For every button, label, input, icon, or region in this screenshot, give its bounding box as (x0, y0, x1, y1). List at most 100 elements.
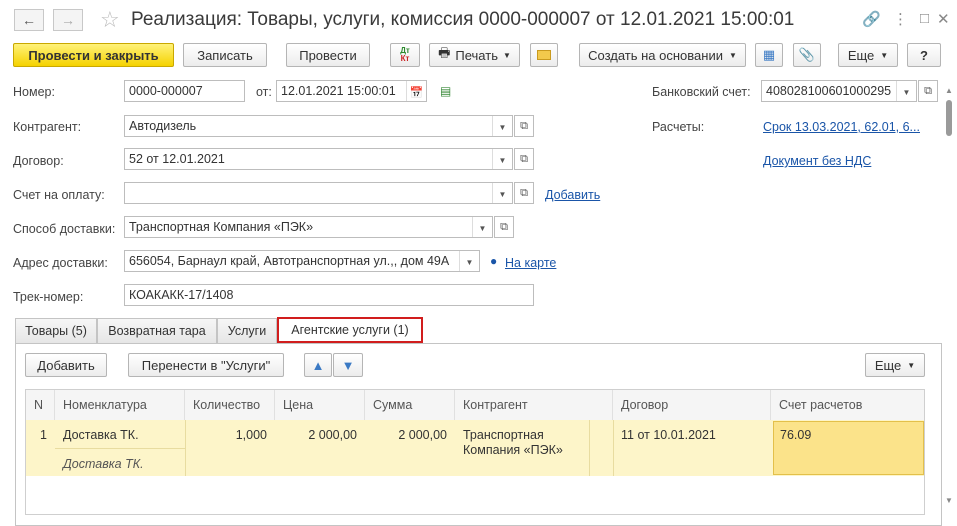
row-divider (55, 448, 185, 449)
invoice-add-link[interactable]: Добавить (545, 188, 600, 202)
move-down-button[interactable]: ▼ (333, 353, 363, 377)
tab-returnable-containers[interactable]: Возвратная тара (97, 318, 217, 343)
table-more-label: Еще (874, 357, 902, 373)
maximize-icon[interactable]: □ (920, 10, 929, 27)
row-contractor-line2[interactable]: Компания «ПЭК» (463, 443, 563, 457)
post-and-close-button[interactable]: Провести и закрыть (13, 43, 174, 67)
vat-link[interactable]: Документ без НДС (763, 154, 871, 168)
row-account[interactable]: 76.09 (780, 428, 811, 442)
column-header-qty[interactable]: Количество (185, 390, 275, 420)
open-icon: ⧉ (520, 186, 528, 199)
open-bank-account-button[interactable]: ⧉ (918, 80, 938, 102)
create-based-button[interactable]: Создать на основании ▼ (579, 43, 746, 67)
row-number: 1 (40, 428, 47, 442)
open-icon: ⧉ (520, 119, 528, 132)
print-label: Печать (455, 47, 498, 63)
row-price[interactable]: 2 000,00 (275, 428, 357, 442)
scrollbar-thumb[interactable] (946, 100, 952, 136)
more-vert-icon[interactable]: ⋮ (893, 10, 908, 28)
structure-icon: ▦ (762, 47, 776, 62)
more-button[interactable]: Еще ▼ (838, 43, 898, 67)
row-contract[interactable]: 11 от 10.01.2021 (621, 428, 716, 442)
row-item[interactable]: Доставка ТК. (63, 428, 139, 442)
contract-label: Договор: (13, 154, 64, 168)
contract-field[interactable]: 52 от 12.01.2021 ▼ (124, 148, 513, 170)
open-contract-button[interactable]: ⧉ (514, 148, 534, 170)
structure-button[interactable]: ▦ (755, 43, 783, 67)
post-button[interactable]: Провести (286, 43, 370, 67)
bank-account-field[interactable]: 40802810060100029​5 ▼ (761, 80, 917, 102)
scroll-down-icon[interactable]: ▼ (945, 496, 954, 506)
tab-services[interactable]: Услуги (217, 318, 277, 343)
delivery-method-value: Транспортная Компания «ПЭК» (129, 220, 314, 234)
open-icon: ⧉ (924, 84, 932, 97)
row-qty[interactable]: 1,000 (185, 428, 267, 442)
dt-kt-button[interactable]: Дт Кт (390, 43, 420, 67)
tab-goods[interactable]: Товары (5) (15, 318, 97, 343)
move-up-button[interactable]: ▲ (304, 353, 332, 377)
open-invoice-button[interactable]: ⧉ (514, 182, 534, 204)
close-icon[interactable]: ✕ (937, 10, 950, 28)
row-item-description[interactable]: Доставка ТК. (63, 457, 144, 471)
column-header-account[interactable]: Счет расчетов (771, 390, 924, 420)
more-label: Еще (847, 47, 875, 63)
column-header-contractor[interactable]: Контрагент (455, 390, 613, 420)
arrow-up-icon: ▲ (311, 357, 325, 373)
open-delivery-button[interactable]: ⧉ (494, 216, 514, 238)
column-header-sum[interactable]: Сумма (365, 390, 455, 420)
kt-label: Кт (400, 54, 410, 63)
table-more-button[interactable]: Еще ▼ (865, 353, 925, 377)
envelope-icon (537, 50, 551, 60)
forward-button[interactable]: → (53, 9, 83, 31)
tab-agent-services[interactable]: Агентские услуги (1) (277, 317, 423, 343)
invoice-field[interactable]: ▼ (124, 182, 513, 204)
delivery-method-label: Способ доставки: (13, 222, 116, 236)
move-to-services-button[interactable]: Перенести в "Услуги" (128, 353, 284, 377)
column-header-item[interactable]: Номенклатура (55, 390, 185, 420)
chevron-down-icon: ▼ (728, 50, 737, 60)
track-number-field[interactable]: КОАКАКК-17/1408 (124, 284, 534, 306)
add-row-button[interactable]: Добавить (25, 353, 107, 377)
track-number-label: Трек-номер: (13, 290, 84, 304)
status-icon[interactable]: ▤ (440, 84, 451, 98)
delivery-address-value: 656054, Барнаул край, Автотранспортная у… (129, 254, 450, 268)
back-button[interactable]: ← (14, 9, 44, 31)
chevron-down-icon[interactable]: ▼ (459, 251, 479, 271)
chevron-down-icon[interactable]: ▼ (492, 149, 512, 169)
open-icon: ⧉ (520, 152, 528, 165)
row-sum[interactable]: 2 000,00 (365, 428, 447, 442)
chevron-down-icon[interactable]: ▼ (472, 217, 492, 237)
link-icon[interactable]: 🔗 (862, 10, 881, 28)
number-field[interactable]: 0000-000007 (124, 80, 245, 102)
settlements-link[interactable]: Срок 13.03.2021, 62.01, 6... (763, 120, 920, 134)
delivery-address-field[interactable]: 656054, Барнаул край, Автотранспортная у… (124, 250, 480, 272)
map-link[interactable]: На карте (505, 256, 556, 270)
chevron-down-icon[interactable]: ▼ (896, 81, 916, 101)
chevron-down-icon[interactable]: ▼ (492, 116, 512, 136)
delivery-method-field[interactable]: Транспортная Компания «ПЭК» ▼ (124, 216, 493, 238)
contractor-label: Контрагент: (13, 120, 82, 134)
star-icon[interactable]: ☆ (100, 7, 120, 33)
date-value: 12.01.2021 15:00:01 (281, 84, 396, 98)
open-contractor-button[interactable]: ⧉ (514, 115, 534, 137)
chevron-down-icon[interactable]: ▼ (492, 183, 512, 203)
column-header-price[interactable]: Цена (275, 390, 365, 420)
column-header-n[interactable]: N (26, 390, 55, 420)
attach-button[interactable]: 📎 (793, 43, 821, 67)
scroll-up-icon[interactable]: ▲ (945, 86, 954, 96)
date-field[interactable]: 12.01.2021 15:00:01 📅 (276, 80, 427, 102)
print-button[interactable]: 🖶 Печать ▼ (429, 43, 520, 67)
create-based-label: Создать на основании (588, 47, 723, 63)
contract-value: 52 от 12.01.2021 (129, 152, 225, 166)
email-button[interactable] (530, 43, 558, 67)
row-contractor-line1[interactable]: Транспортная (463, 428, 544, 442)
contractor-field[interactable]: Автодизель ▼ (124, 115, 513, 137)
calendar-icon[interactable]: 📅 (406, 81, 426, 101)
invoice-label: Счет на оплату: (13, 188, 105, 202)
row-divider (589, 420, 590, 476)
delivery-address-label: Адрес доставки: (13, 256, 108, 270)
column-header-contract[interactable]: Договор (613, 390, 771, 420)
help-button[interactable]: ? (907, 43, 941, 67)
arrow-left-icon: ← (22, 12, 36, 28)
save-button[interactable]: Записать (183, 43, 267, 67)
